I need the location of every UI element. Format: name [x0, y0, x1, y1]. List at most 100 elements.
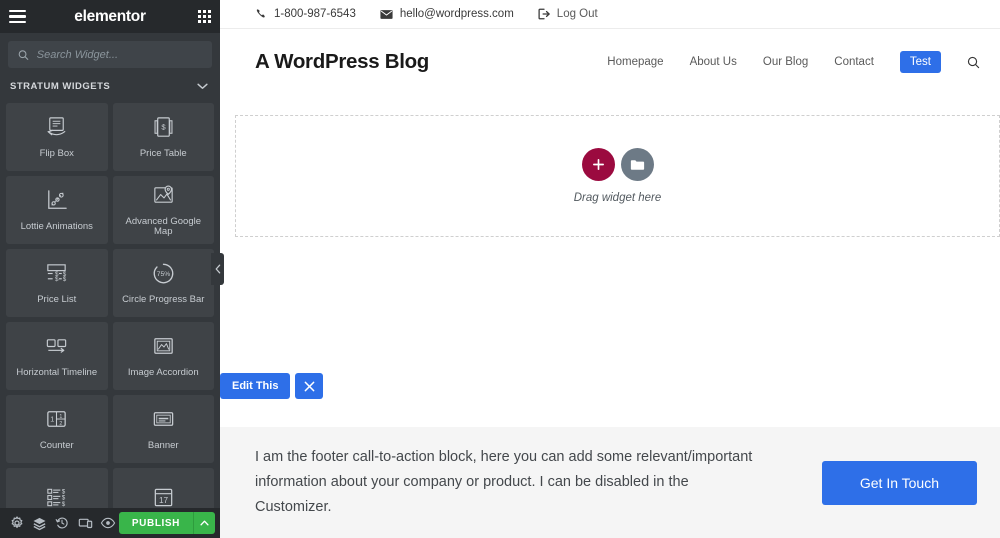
svg-text:2: 2 [60, 421, 63, 427]
site-header: A WordPress Blog Homepage About Us Our B… [220, 29, 1000, 95]
widget-circle-progress-bar[interactable]: 75% Circle Progress Bar [112, 249, 214, 317]
logout-text: Log Out [556, 8, 598, 20]
widget-label: Lottie Animations [20, 220, 93, 232]
widget-label: Circle Progress Bar [122, 293, 205, 305]
widget-label: Image Accordion [127, 366, 199, 378]
phone-icon [256, 9, 265, 18]
widget-label: Horizontal Timeline [16, 366, 98, 378]
panel-header: elementor [0, 0, 220, 33]
elementor-panel: elementor STRATUM WIDGETS [0, 0, 220, 538]
grid-apps-icon[interactable] [198, 10, 211, 23]
nav-button-test[interactable]: Test [899, 51, 941, 73]
chevron-down-icon [197, 83, 208, 89]
topbar-logout[interactable]: Log Out [538, 8, 598, 20]
phone-text: 1-800-987-6543 [274, 8, 356, 20]
category-title: STRATUM WIDGETS [10, 80, 111, 92]
editing-canvas: Drag widget here [220, 115, 1000, 237]
site-preview: 1-800-987-6543 hello@wordpress.com Log O… [220, 0, 1000, 538]
site-nav: Homepage About Us Our Blog Contact Test [607, 51, 980, 73]
site-topbar: 1-800-987-6543 hello@wordpress.com Log O… [220, 0, 1000, 29]
widget-counter[interactable]: 1 1 2 Counter [6, 395, 108, 463]
nav-link-contact[interactable]: Contact [834, 56, 874, 68]
gear-icon[interactable] [6, 508, 29, 538]
widget-advanced-google-map[interactable]: Advanced Google Map [112, 176, 214, 244]
calendar-icon: 17 [154, 488, 173, 507]
svg-text:75%: 75% [157, 271, 170, 278]
panel-collapse-button[interactable] [211, 253, 224, 285]
panel-body: STRATUM WIDGETS Flip Box [0, 33, 220, 508]
svg-text:17: 17 [159, 496, 169, 505]
chevron-left-icon [215, 264, 220, 274]
hamburger-icon[interactable] [9, 10, 26, 23]
publish-button[interactable]: PUBLISH [118, 512, 193, 534]
drop-zone-buttons [581, 148, 654, 181]
panel-footer: PUBLISH [0, 508, 220, 538]
search-icon [18, 49, 29, 60]
widget-image-accordion[interactable]: Image Accordion [112, 322, 214, 390]
widget-label: Advanced Google Map [125, 215, 202, 237]
drop-zone[interactable]: Drag widget here [235, 115, 1000, 237]
counter-icon: 1 1 2 [47, 410, 67, 427]
nav-link-our-blog[interactable]: Our Blog [763, 56, 808, 68]
add-section-button[interactable] [581, 148, 615, 181]
get-in-touch-button[interactable]: Get In Touch [821, 460, 977, 505]
footer-cta-block: I am the footer call-to-action block, he… [220, 427, 1000, 538]
svg-text:1: 1 [51, 414, 55, 423]
widget-price-table[interactable]: $ Price Table [112, 103, 214, 171]
edit-this-button[interactable]: Edit This [220, 373, 291, 399]
price-table-icon: $ [154, 117, 173, 137]
widget-price-list[interactable]: $ $ $ $ Price List [6, 249, 108, 317]
svg-text:$: $ [161, 122, 166, 131]
widget-grid: Flip Box $ Price Table Lottie Animations… [0, 99, 220, 508]
topbar-phone[interactable]: 1-800-987-6543 [255, 8, 356, 20]
email-text: hello@wordpress.com [399, 8, 514, 20]
banner-icon [153, 411, 174, 426]
publish-button-group: PUBLISH [118, 512, 215, 534]
lottie-animations-icon [48, 190, 67, 209]
widget-lottie-animations[interactable]: Lottie Animations [6, 176, 108, 244]
nav-link-homepage[interactable]: Homepage [607, 56, 663, 68]
widget-label: Price List [37, 293, 77, 305]
element-edit-bar: Edit This [220, 373, 324, 399]
flip-box-icon [47, 117, 66, 136]
close-x-icon [304, 381, 315, 391]
publish-options-button[interactable] [193, 512, 215, 534]
elementor-logo: elementor [74, 7, 146, 25]
history-icon[interactable] [51, 508, 74, 538]
search-box[interactable] [8, 41, 212, 68]
horizontal-timeline-icon [47, 338, 67, 353]
image-accordion-icon [153, 337, 173, 354]
plus-icon [592, 159, 604, 170]
nav-search-icon[interactable] [967, 56, 980, 69]
drop-zone-label: Drag widget here [573, 192, 662, 204]
nav-link-about-us[interactable]: About Us [690, 56, 737, 68]
topbar-email[interactable]: hello@wordpress.com [380, 8, 514, 20]
advanced-google-map-icon [154, 185, 173, 203]
widget-label: Counter [39, 439, 74, 451]
eye-icon[interactable] [96, 508, 119, 538]
add-template-button[interactable] [620, 148, 654, 181]
search-widget-area [0, 33, 220, 68]
responsive-mode-icon[interactable] [74, 508, 97, 538]
widget-calendar[interactable]: 17 [112, 468, 214, 508]
search-input[interactable] [36, 48, 202, 61]
chevron-up-icon [200, 520, 209, 526]
close-edit-button[interactable] [295, 373, 324, 399]
svg-text:$: $ [55, 276, 59, 283]
widget-price-menu[interactable]: $ $ $ [6, 468, 108, 508]
elementor-editor: elementor STRATUM WIDGETS [0, 0, 1000, 538]
svg-text:1: 1 [60, 414, 63, 420]
widget-flip-box[interactable]: Flip Box [6, 103, 108, 171]
widget-label: Banner [147, 439, 179, 451]
widget-banner[interactable]: Banner [112, 395, 214, 463]
site-title: A WordPress Blog [255, 50, 430, 73]
widget-label: Price Table [139, 147, 187, 159]
layers-icon[interactable] [29, 508, 52, 538]
svg-text:$: $ [63, 276, 67, 283]
widget-horizontal-timeline[interactable]: Horizontal Timeline [6, 322, 108, 390]
category-header-stratum-widgets[interactable]: STRATUM WIDGETS [0, 73, 220, 99]
folder-icon [630, 160, 644, 170]
circle-progress-bar-icon: 75% [153, 263, 174, 284]
envelope-icon [380, 9, 393, 19]
price-menu-icon: $ $ $ [47, 488, 66, 508]
